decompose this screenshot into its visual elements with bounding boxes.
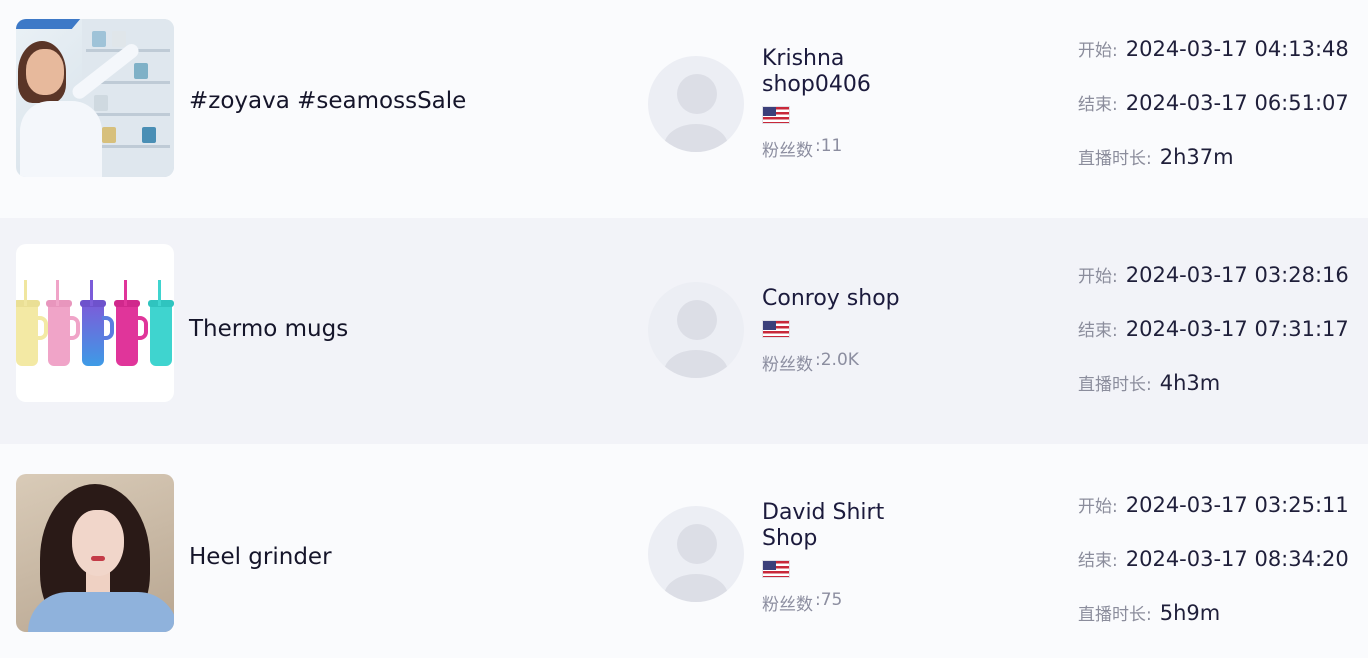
fans-value: :11 [815, 136, 843, 156]
duration: 直播时长: 5h9m [1078, 600, 1363, 654]
shop-name[interactable]: Krishna shop0406 [762, 46, 912, 98]
end-label: 结束: [1078, 95, 1118, 115]
end-time: 结束: 2024-03-17 06:51:07 [1078, 90, 1363, 144]
shop-info: Conroy shop 粉丝数 :2.0K [762, 286, 962, 375]
stream-thumbnail[interactable] [16, 19, 174, 177]
fans-count: 粉丝数 :2.0K [762, 350, 962, 375]
stream-thumbnail[interactable] [16, 244, 174, 402]
stream-times: 开始: 2024-03-17 04:13:48 结束: 2024-03-17 0… [1078, 36, 1363, 198]
start-value: 2024-03-17 03:28:16 [1125, 263, 1349, 287]
stream-row[interactable]: Thermo mugs Conroy shop 粉丝数 :2.0K 开始: 20… [0, 218, 1368, 444]
end-value: 2024-03-17 08:34:20 [1125, 547, 1349, 571]
duration-value: 2h37m [1159, 145, 1234, 169]
start-label: 开始: [1078, 497, 1118, 517]
live-stream-list: #zoyava #seamossSale Krishna shop0406 粉丝… [0, 0, 1368, 658]
duration-label: 直播时长: [1078, 375, 1152, 395]
fans-value: :75 [815, 590, 843, 610]
stream-title[interactable]: Thermo mugs [189, 316, 348, 342]
end-value: 2024-03-17 06:51:07 [1125, 91, 1349, 115]
shop-name[interactable]: David Shirt Shop [762, 500, 912, 552]
duration-value: 4h3m [1159, 371, 1221, 395]
fans-value: :2.0K [815, 350, 859, 370]
duration-value: 5h9m [1159, 601, 1221, 625]
fans-label: 粉丝数 [762, 141, 813, 161]
default-avatar-icon[interactable] [648, 282, 744, 378]
stream-row[interactable]: #zoyava #seamossSale Krishna shop0406 粉丝… [0, 0, 1368, 218]
stream-row[interactable]: Heel grinder David Shirt Shop 粉丝数 :75 开始… [0, 444, 1368, 658]
duration-label: 直播时长: [1078, 605, 1152, 625]
duration: 直播时长: 4h3m [1078, 370, 1363, 424]
end-time: 结束: 2024-03-17 08:34:20 [1078, 546, 1363, 600]
stream-title[interactable]: #zoyava #seamossSale [189, 88, 466, 114]
stream-times: 开始: 2024-03-17 03:25:11 结束: 2024-03-17 0… [1078, 492, 1363, 654]
us-flag-icon [762, 560, 790, 578]
us-flag-icon [762, 106, 790, 124]
stream-title[interactable]: Heel grinder [189, 544, 332, 570]
start-time: 开始: 2024-03-17 04:13:48 [1078, 36, 1363, 90]
start-value: 2024-03-17 04:13:48 [1125, 37, 1349, 61]
end-label: 结束: [1078, 321, 1118, 341]
end-label: 结束: [1078, 551, 1118, 571]
start-label: 开始: [1078, 41, 1118, 61]
fans-count: 粉丝数 :75 [762, 590, 962, 615]
fans-count: 粉丝数 :11 [762, 136, 962, 161]
shop-info: David Shirt Shop 粉丝数 :75 [762, 500, 962, 615]
start-time: 开始: 2024-03-17 03:28:16 [1078, 262, 1363, 316]
shop-info: Krishna shop0406 粉丝数 :11 [762, 46, 962, 161]
start-label: 开始: [1078, 267, 1118, 287]
duration: 直播时长: 2h37m [1078, 144, 1363, 198]
end-time: 结束: 2024-03-17 07:31:17 [1078, 316, 1363, 370]
stream-thumbnail[interactable] [16, 474, 174, 632]
fans-label: 粉丝数 [762, 595, 813, 615]
us-flag-icon [762, 320, 790, 338]
default-avatar-icon[interactable] [648, 56, 744, 152]
duration-label: 直播时长: [1078, 149, 1152, 169]
fans-label: 粉丝数 [762, 355, 813, 375]
start-value: 2024-03-17 03:25:11 [1125, 493, 1349, 517]
default-avatar-icon[interactable] [648, 506, 744, 602]
stream-times: 开始: 2024-03-17 03:28:16 结束: 2024-03-17 0… [1078, 262, 1363, 424]
shop-name[interactable]: Conroy shop [762, 286, 962, 312]
start-time: 开始: 2024-03-17 03:25:11 [1078, 492, 1363, 546]
end-value: 2024-03-17 07:31:17 [1125, 317, 1349, 341]
